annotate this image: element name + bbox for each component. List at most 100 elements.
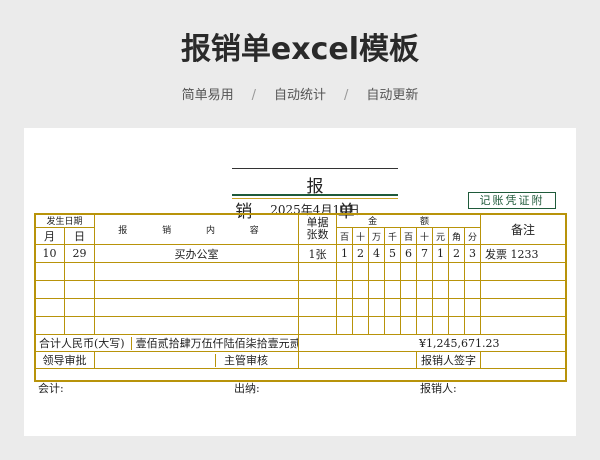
digit-cell[interactable]: 5 (384, 244, 402, 263)
accountant-label: 会计: (38, 382, 64, 395)
separator: / (251, 88, 256, 103)
digit-cell[interactable] (336, 298, 354, 317)
day-cell[interactable]: 29 (63, 244, 96, 263)
digit-cell[interactable]: 1 (432, 244, 450, 263)
day-cell[interactable] (63, 280, 96, 299)
digit-cell[interactable] (400, 262, 418, 281)
digit-cell[interactable] (384, 262, 402, 281)
content-cell[interactable] (94, 280, 300, 299)
tag-auto-stat: 自动统计 (273, 88, 326, 103)
title-rule-gold (232, 198, 398, 199)
amount-header: 金 额 (336, 213, 482, 228)
voucher-stamp: 记账凭证附 (468, 192, 556, 209)
content-header: 报 销 内 容 (94, 213, 300, 245)
total-number[interactable]: ¥1,245,671.23 (298, 334, 567, 352)
digit-cell[interactable]: 4 (368, 244, 386, 263)
digit-cell[interactable] (432, 298, 450, 317)
day-cell[interactable] (63, 262, 96, 281)
digit-cell[interactable] (368, 280, 386, 299)
digit-cell[interactable]: 3 (464, 244, 482, 263)
remarks-header: 备注 (480, 213, 567, 245)
count-cell[interactable]: 1张 (298, 244, 338, 263)
digit-cell[interactable]: 2 (352, 244, 370, 263)
content-cell[interactable] (94, 316, 300, 335)
remark-cell[interactable] (480, 298, 567, 317)
digit-cell[interactable] (368, 298, 386, 317)
digit-cell[interactable] (448, 262, 466, 281)
digit-cell[interactable] (464, 262, 482, 281)
digit-cell[interactable] (384, 316, 402, 335)
leader-approval-field[interactable]: 主管审核 (94, 351, 300, 369)
digit-header: 百 (336, 227, 354, 245)
month-cell[interactable]: 10 (34, 244, 65, 263)
digit-cell[interactable] (368, 316, 386, 335)
digit-cell[interactable] (464, 280, 482, 299)
form-card: 报 销 单 2025年4月10日 记账凭证附 发生日期 报 销 内 容 单据 张数… (24, 128, 576, 436)
digit-cell[interactable] (384, 280, 402, 299)
claimant-label: 报销人: (420, 382, 457, 395)
month-cell[interactable] (34, 280, 65, 299)
count-cell[interactable] (298, 316, 338, 335)
total-words[interactable]: 壹佰贰拾肆万伍仟陆佰柒拾壹元贰角叁分 (130, 337, 298, 350)
digit-cell[interactable] (464, 298, 482, 317)
count-cell[interactable] (298, 298, 338, 317)
digit-cell[interactable] (448, 316, 466, 335)
digit-cell[interactable] (400, 280, 418, 299)
digit-header: 元 (432, 227, 450, 245)
content-cell[interactable] (94, 298, 300, 317)
day-cell[interactable] (63, 298, 96, 317)
month-header: 月 (34, 227, 65, 245)
table-row (34, 262, 567, 281)
digit-cell[interactable] (352, 262, 370, 281)
digit-cell[interactable] (368, 262, 386, 281)
separator: / (344, 88, 349, 103)
supervisor-field[interactable] (298, 351, 418, 369)
table-row: 10 29 买办公室 1张 1 2 4 5 6 7 1 2 3 发票 1233 (34, 244, 567, 263)
digit-cell[interactable] (336, 280, 354, 299)
digit-cell[interactable] (336, 262, 354, 281)
digit-cell[interactable] (336, 316, 354, 335)
digit-cell[interactable] (432, 280, 450, 299)
count-cell[interactable] (298, 280, 338, 299)
digit-header: 千 (384, 227, 402, 245)
count-cell[interactable] (298, 262, 338, 281)
digit-cell[interactable] (400, 298, 418, 317)
remark-cell[interactable] (480, 280, 567, 299)
claimant-sign-field[interactable] (480, 351, 567, 369)
digit-cell[interactable] (432, 316, 450, 335)
content-cell[interactable]: 买办公室 (94, 244, 300, 263)
digit-cell[interactable]: 1 (336, 244, 354, 263)
remark-cell[interactable] (480, 262, 567, 281)
month-cell[interactable] (34, 316, 65, 335)
digit-cell[interactable] (448, 280, 466, 299)
claimant-sign-label: 报销人签字 (416, 351, 482, 369)
digit-cell[interactable] (416, 298, 434, 317)
digit-cell[interactable] (352, 298, 370, 317)
digit-cell[interactable] (416, 316, 434, 335)
digit-cell[interactable] (416, 262, 434, 281)
month-cell[interactable] (34, 262, 65, 281)
remark-cell[interactable]: 发票 1233 (480, 244, 567, 263)
digit-cell[interactable]: 7 (416, 244, 434, 263)
date-group-header: 发生日期 (33, 213, 96, 228)
digit-cell[interactable] (352, 280, 370, 299)
total-label: 合计人民币(大写)壹佰贰拾肆万伍仟陆佰柒拾壹元贰角叁分 (33, 334, 300, 352)
digit-cell[interactable] (384, 298, 402, 317)
digit-header: 百 (400, 227, 418, 245)
day-cell[interactable] (63, 316, 96, 335)
tag-auto-update: 自动更新 (366, 88, 419, 103)
digit-cell[interactable]: 6 (400, 244, 418, 263)
table-row (34, 280, 567, 299)
content-cell[interactable] (94, 262, 300, 281)
table-row (34, 298, 567, 317)
digit-cell[interactable] (416, 280, 434, 299)
expense-table: 发生日期 报 销 内 容 单据 张数 金 额 备注 月 日 百 十 万 千 百 十… (33, 213, 567, 369)
digit-cell[interactable] (400, 316, 418, 335)
digit-cell[interactable] (432, 262, 450, 281)
digit-cell[interactable] (352, 316, 370, 335)
digit-cell[interactable] (448, 298, 466, 317)
digit-cell[interactable] (464, 316, 482, 335)
digit-cell[interactable]: 2 (448, 244, 466, 263)
month-cell[interactable] (34, 298, 65, 317)
remark-cell[interactable] (480, 316, 567, 335)
